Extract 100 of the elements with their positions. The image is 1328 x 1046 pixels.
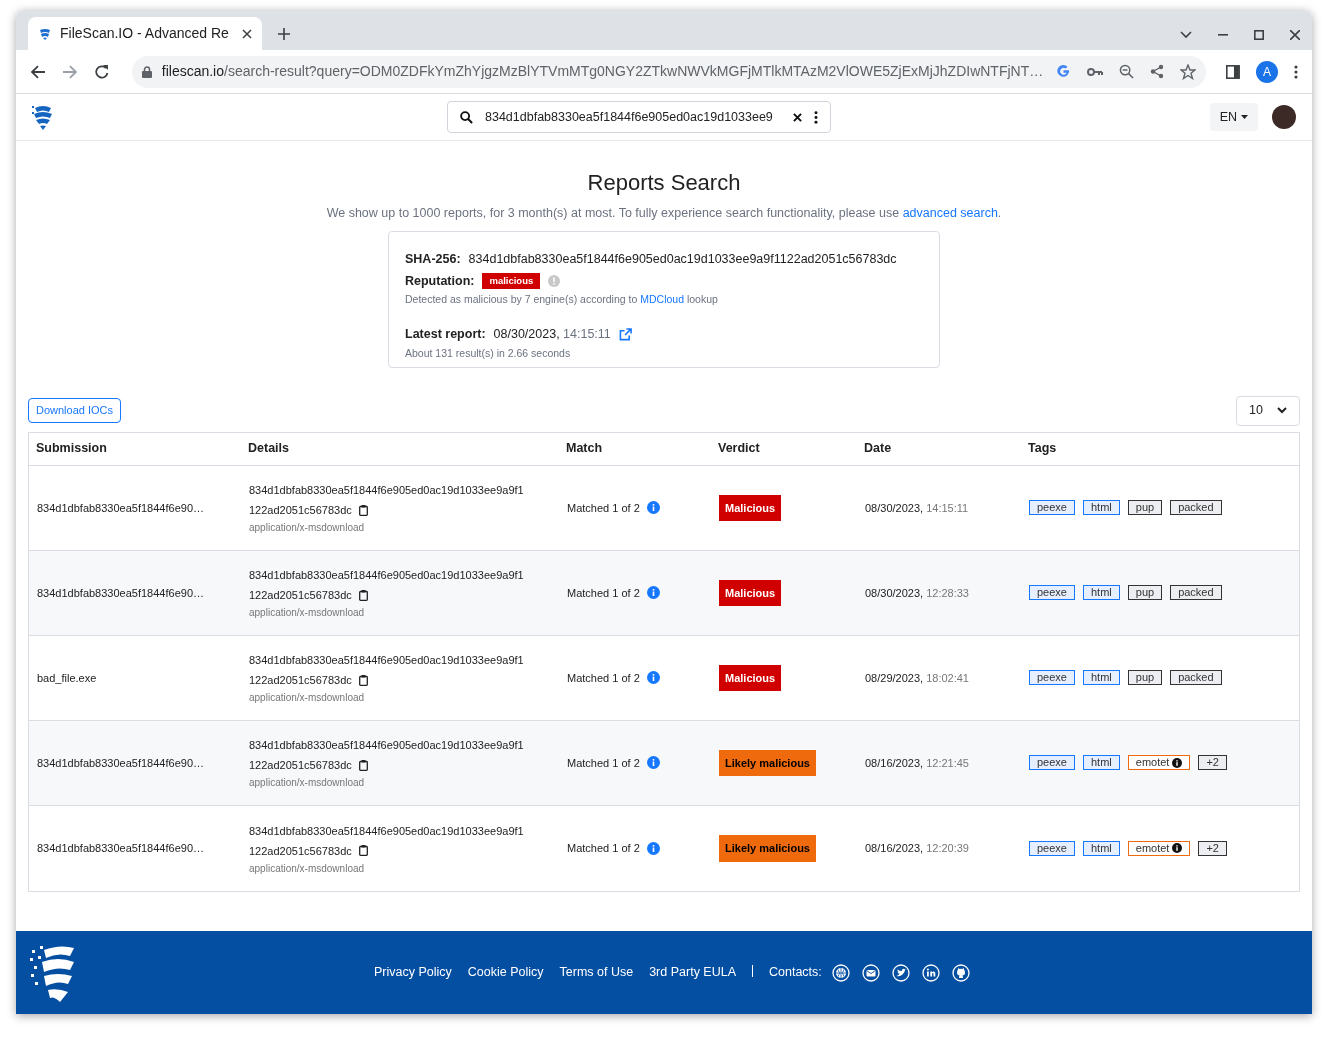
- verdict-badge: Malicious: [719, 579, 782, 606]
- mdcloud-link[interactable]: MDCloud: [640, 293, 684, 306]
- linkedin-icon[interactable]: [921, 963, 940, 982]
- search-field[interactable]: 834d1dbfab8330ea5f1844f6e905ed0ac19d1033ee9: [447, 101, 831, 133]
- side-panel-icon[interactable]: [1226, 64, 1241, 79]
- globe-icon[interactable]: [831, 963, 850, 982]
- submission-name[interactable]: 834d1dbfab8330ea5f1844f6e90…: [37, 754, 249, 771]
- mime-type: application/x-msdownload: [249, 691, 366, 706]
- reputation-badge: malicious: [482, 272, 541, 289]
- key-icon[interactable]: [1087, 66, 1104, 77]
- match-text: Matched 1 of 2: [567, 585, 640, 601]
- column-header: Date: [864, 440, 893, 458]
- page-size-select[interactable]: 10: [1236, 395, 1300, 426]
- clipboard-icon[interactable]: [358, 589, 368, 601]
- clipboard-icon[interactable]: [358, 674, 368, 686]
- tag[interactable]: packed: [1170, 500, 1222, 516]
- tag[interactable]: pup: [1127, 670, 1163, 686]
- tag[interactable]: +2: [1198, 755, 1227, 771]
- bird-icon[interactable]: [891, 963, 910, 982]
- verdict-badge: Malicious: [719, 664, 782, 691]
- sha-label: SHA-256:: [405, 250, 461, 268]
- tag[interactable]: pup: [1127, 500, 1163, 516]
- kebab-menu-icon[interactable]: [1294, 64, 1298, 79]
- reload-icon[interactable]: [93, 63, 110, 80]
- tag[interactable]: emotet: [1127, 840, 1191, 856]
- column-header: Verdict: [718, 440, 761, 458]
- latest-report-label: Latest report:: [405, 326, 486, 343]
- match-text: Matched 1 of 2: [567, 500, 640, 516]
- download-iocs-button[interactable]: Download IOCs: [28, 397, 122, 423]
- user-avatar[interactable]: [1272, 105, 1296, 129]
- google-g-icon[interactable]: [1056, 64, 1072, 79]
- tag[interactable]: peexe: [1029, 585, 1075, 601]
- tag[interactable]: +2: [1198, 840, 1227, 856]
- file-hash[interactable]: 834d1dbfab8330ea5f1844f6e905ed0ac19d1033ee9a9f1: [249, 820, 567, 841]
- mime-type: application/x-msdownload: [249, 776, 366, 791]
- external-link-icon[interactable]: [618, 327, 632, 341]
- file-hash[interactable]: 122ad2051c56783dc: [249, 500, 352, 521]
- language-dropdown[interactable]: EN: [1209, 103, 1258, 131]
- file-hash[interactable]: 834d1dbfab8330ea5f1844f6e905ed0ac19d1033ee9a9f1: [249, 650, 567, 671]
- tag[interactable]: html: [1083, 670, 1120, 686]
- clipboard-icon[interactable]: [358, 845, 368, 857]
- footer-link[interactable]: Terms of Use: [559, 963, 634, 982]
- file-hash[interactable]: 834d1dbfab8330ea5f1844f6e905ed0ac19d1033ee9a9f1: [249, 480, 567, 501]
- verdict-badge: Likely malicious: [719, 835, 816, 862]
- back-arrow-icon[interactable]: [30, 63, 46, 80]
- forward-arrow-icon[interactable]: [61, 63, 78, 80]
- zoom-out-icon[interactable]: [1119, 64, 1135, 79]
- share-icon[interactable]: [1150, 64, 1165, 79]
- file-hash[interactable]: 122ad2051c56783dc: [249, 585, 352, 606]
- advanced-search-link[interactable]: advanced search: [902, 206, 998, 220]
- column-header: Details: [248, 440, 290, 458]
- caret-icon: [1241, 115, 1248, 119]
- tag[interactable]: peexe: [1029, 500, 1075, 516]
- submission-name[interactable]: bad_file.exe: [37, 669, 249, 686]
- new-tab-icon[interactable]: [278, 28, 290, 40]
- results-count: About 131 result(s) in 2.66 seconds: [405, 345, 572, 361]
- cat-icon[interactable]: [951, 963, 970, 982]
- browser-tab[interactable]: FileScan.IO - Advanced Re: [28, 17, 262, 50]
- minimize-icon[interactable]: [1218, 34, 1228, 36]
- clear-icon[interactable]: [793, 112, 802, 122]
- tag[interactable]: html: [1083, 755, 1120, 771]
- profile-avatar[interactable]: A: [1256, 60, 1279, 83]
- submission-name[interactable]: 834d1dbfab8330ea5f1844f6e90…: [37, 499, 249, 516]
- info-icon[interactable]: [1172, 757, 1183, 768]
- address-bar[interactable]: filescan.io/search-result?query=ODM0ZDFkYmZhYjgzMzBlYTVmMTg0NGY2ZTkwNWVkMGFjMTlkMTAzM2VlOWE5ZjExMjJhZDIwNTFjNT…: [131, 55, 1207, 88]
- tag[interactable]: peexe: [1029, 670, 1075, 686]
- footer-link[interactable]: Privacy Policy: [374, 963, 452, 982]
- column-header: Submission: [36, 440, 108, 458]
- tag[interactable]: packed: [1170, 585, 1222, 601]
- clipboard-icon[interactable]: [358, 759, 368, 771]
- submission-name[interactable]: 834d1dbfab8330ea5f1844f6e90…: [37, 840, 249, 857]
- info-icon[interactable]: [1172, 843, 1183, 854]
- maximize-icon[interactable]: [1254, 30, 1264, 40]
- tag[interactable]: packed: [1170, 670, 1222, 686]
- star-icon[interactable]: [1180, 63, 1197, 80]
- close-icon[interactable]: [242, 28, 252, 39]
- footer-link[interactable]: Cookie Policy: [467, 963, 544, 982]
- footer-link[interactable]: 3rd Party EULA: [649, 963, 736, 982]
- file-hash[interactable]: 122ad2051c56783dc: [249, 755, 352, 776]
- envelope-icon[interactable]: [861, 963, 880, 982]
- chevron-down-icon: [1277, 407, 1287, 415]
- tag[interactable]: html: [1083, 585, 1120, 601]
- mime-type: application/x-msdownload: [249, 861, 366, 876]
- date-text: 08/30/2023, 14:15:11: [865, 500, 970, 516]
- submission-name[interactable]: 834d1dbfab8330ea5f1844f6e90…: [37, 584, 249, 601]
- chevron-down-icon[interactable]: [1180, 31, 1192, 39]
- tag[interactable]: peexe: [1029, 840, 1075, 856]
- tag[interactable]: peexe: [1029, 755, 1075, 771]
- close-window-icon[interactable]: [1290, 30, 1300, 40]
- file-hash[interactable]: 834d1dbfab8330ea5f1844f6e905ed0ac19d1033ee9a9f1: [249, 735, 567, 756]
- date-text: 08/30/2023, 12:28:33: [865, 585, 970, 601]
- kebab-menu-icon[interactable]: [814, 110, 818, 124]
- tag[interactable]: emotet: [1127, 755, 1191, 771]
- file-hash[interactable]: 834d1dbfab8330ea5f1844f6e905ed0ac19d1033ee9a9f1: [249, 565, 567, 586]
- tag[interactable]: html: [1083, 840, 1120, 856]
- tag[interactable]: pup: [1127, 585, 1163, 601]
- file-hash[interactable]: 122ad2051c56783dc: [249, 840, 352, 861]
- clipboard-icon[interactable]: [358, 504, 368, 516]
- file-hash[interactable]: 122ad2051c56783dc: [249, 670, 352, 691]
- tag[interactable]: html: [1083, 500, 1120, 516]
